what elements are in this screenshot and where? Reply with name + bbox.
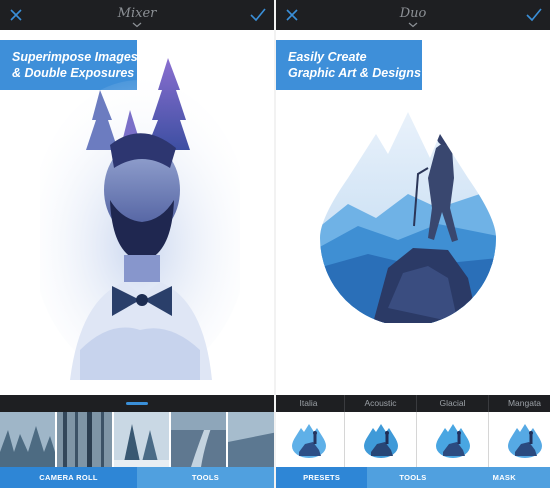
- bottom-tab-bar: CAMERA ROLL TOOLS: [0, 467, 274, 488]
- photo-thumbnail[interactable]: [171, 412, 226, 467]
- preset-thumbnail[interactable]: [345, 412, 417, 467]
- mixer-panel: Mixer Superimpose Images & Double Exposu…: [0, 0, 274, 488]
- preset-name[interactable]: Mangata: [489, 395, 550, 412]
- tab-camera-roll[interactable]: CAMERA ROLL: [0, 467, 137, 488]
- photo-thumbnail[interactable]: [57, 412, 112, 467]
- top-bar: Mixer: [0, 0, 274, 30]
- tab-tools[interactable]: TOOLS: [367, 467, 459, 488]
- callout-line-1: Easily Create: [288, 50, 367, 64]
- photo-thumbnail[interactable]: [114, 412, 169, 467]
- tab-mask[interactable]: MASK: [458, 467, 550, 488]
- screen-title: Mixer: [117, 6, 157, 21]
- tab-tools[interactable]: TOOLS: [137, 467, 274, 488]
- duotone-mountain-image: [318, 108, 498, 323]
- photo-thumbnail[interactable]: [0, 412, 55, 467]
- check-icon[interactable]: [248, 6, 268, 24]
- feature-callout: Easily Create Graphic Art & Designs: [276, 40, 422, 90]
- preset-name-strip: Italia Acoustic Glacial Mangata: [276, 395, 550, 412]
- top-bar: Duo: [276, 0, 550, 30]
- camera-roll-strip: [0, 412, 274, 467]
- preset-name[interactable]: Italia: [276, 395, 345, 412]
- chevron-down-icon[interactable]: [407, 22, 419, 28]
- preset-thumbnails: [276, 412, 550, 467]
- chevron-down-icon[interactable]: [131, 22, 143, 28]
- preset-thumbnail[interactable]: [489, 412, 550, 467]
- preset-thumbnail[interactable]: [276, 412, 345, 467]
- double-exposure-image: [40, 50, 240, 380]
- preset-name[interactable]: Glacial: [417, 395, 489, 412]
- check-icon[interactable]: [524, 6, 544, 24]
- preset-name[interactable]: Acoustic: [345, 395, 417, 412]
- drawer-handle-bar[interactable]: [0, 395, 274, 412]
- tab-presets[interactable]: PRESETS: [276, 467, 368, 488]
- screen-title: Duo: [399, 6, 427, 21]
- drawer-handle[interactable]: [126, 402, 148, 405]
- photo-thumbnail[interactable]: [228, 412, 274, 467]
- preset-thumbnail[interactable]: [417, 412, 489, 467]
- callout-line-2: Graphic Art & Designs: [288, 66, 421, 80]
- duo-panel: Duo Easily Create Graphic Art & Designs: [276, 0, 550, 488]
- bottom-tab-bar: PRESETS TOOLS MASK: [276, 467, 550, 488]
